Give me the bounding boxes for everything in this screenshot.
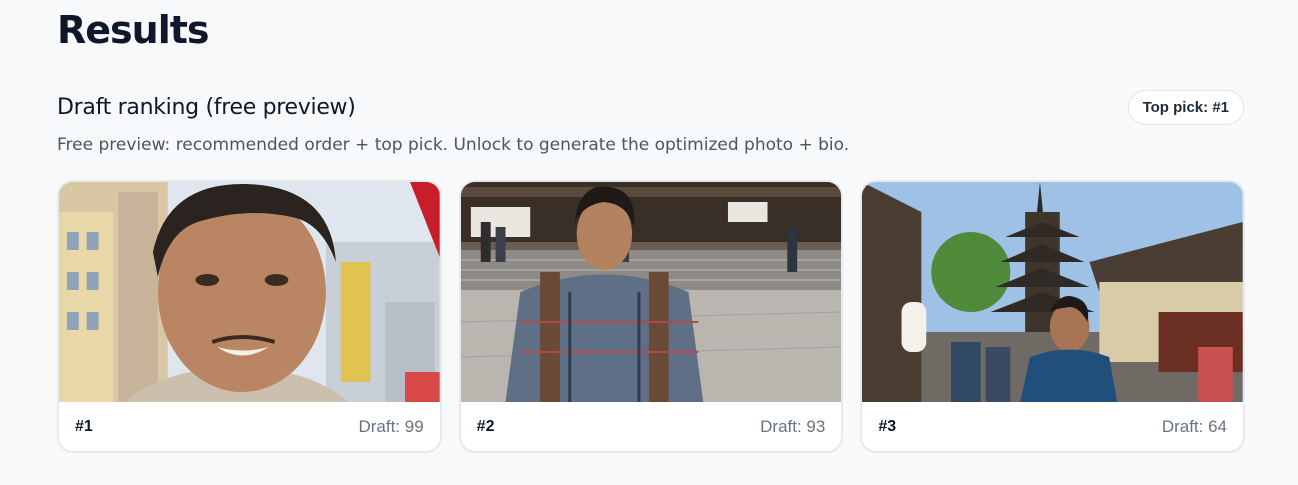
section-title: Draft ranking (free preview) xyxy=(57,94,356,120)
results-page: Results Draft ranking (free preview) Top… xyxy=(0,0,1298,485)
card-footer: #1 Draft: 99 xyxy=(59,402,440,451)
card-rank: #3 xyxy=(878,417,897,435)
page-title: Results xyxy=(57,8,210,52)
card-score: Draft: 64 xyxy=(1161,416,1228,436)
selfie-city-street-photo[interactable] xyxy=(59,182,440,402)
section-description: Free preview: recommended order + top pi… xyxy=(57,135,850,155)
card-rank: #1 xyxy=(75,417,93,435)
section-header: Draft ranking (free preview) Top pick: #… xyxy=(57,89,1244,125)
pagoda-street-photo[interactable] xyxy=(862,182,1244,402)
ranking-cards: #1 Draft: 99 #2 Draft: 93 #3 Draft: 64 xyxy=(57,180,1246,453)
card-score: Draft: 93 xyxy=(760,416,826,436)
ranking-card-3[interactable]: #3 Draft: 64 xyxy=(860,180,1246,453)
ranking-card-2[interactable]: #2 Draft: 93 xyxy=(458,180,844,453)
top-pick-badge: Top pick: #1 xyxy=(1127,89,1244,125)
card-score: Draft: 99 xyxy=(358,416,424,436)
ranking-card-1[interactable]: #1 Draft: 99 xyxy=(57,180,442,453)
card-footer: #2 Draft: 93 xyxy=(461,402,842,451)
card-rank: #2 xyxy=(476,417,495,435)
temple-courtyard-plaid-shirt-photo[interactable] xyxy=(460,182,842,402)
card-footer: #3 Draft: 64 xyxy=(862,402,1243,451)
